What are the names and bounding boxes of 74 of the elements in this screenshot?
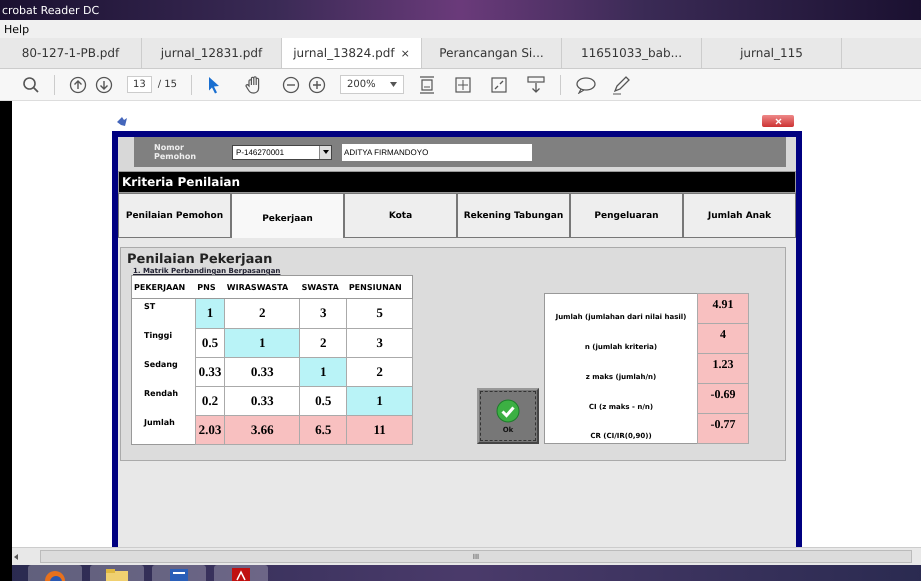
section-header: Kriteria Penilaian [118, 171, 796, 193]
column-header: PENSIUNAN [346, 276, 412, 298]
zoom-in-icon[interactable] [308, 76, 326, 94]
criteria-tab[interactable]: Kota [344, 193, 457, 238]
reader-app-icon[interactable] [230, 568, 252, 581]
applicant-label: Nomor Pemohon [154, 143, 198, 161]
full-screen-icon[interactable] [490, 76, 508, 94]
window-title: crobat Reader DC [2, 4, 100, 16]
applicant-dropdown[interactable]: P-146270001 [232, 144, 332, 160]
criteria-tab[interactable]: Rekening Tabungan [457, 193, 570, 238]
matrix-cell: 0.33 [224, 386, 300, 415]
matrix-cell: 0.33 [195, 357, 225, 386]
matrix-cell: 1 [224, 328, 300, 357]
result-value: -0.77 [698, 414, 748, 444]
matrix-cell: 3 [300, 298, 347, 328]
zoom-dropdown[interactable]: 200% [340, 75, 404, 94]
close-icon [774, 118, 782, 124]
applicant-name-field[interactable]: ADITYA FIRMANDOYO [342, 144, 532, 160]
matrix-cell: 11 [346, 415, 412, 444]
app-icon [116, 115, 128, 127]
search-icon[interactable] [22, 76, 40, 94]
next-page-icon[interactable] [95, 76, 113, 94]
matrix-cell: 3 [346, 328, 412, 357]
criteria-tab[interactable]: Penilaian Pemohon [118, 193, 231, 238]
result-value: 4 [698, 324, 748, 354]
result-value: 1.23 [698, 354, 748, 384]
zoom-out-icon[interactable] [282, 76, 300, 94]
result-value: -0.69 [698, 384, 748, 414]
group-title: Penilaian Pekerjaan [127, 252, 272, 267]
matrix-cell: 2 [346, 357, 412, 386]
matrix-cell: 1 [346, 386, 412, 415]
fit-height-icon[interactable] [418, 74, 436, 94]
close-tab-icon[interactable]: × [400, 46, 410, 60]
matrix-cell: 2 [300, 328, 347, 357]
matrix-cell: 0.2 [195, 386, 225, 415]
scroll-left-icon[interactable] [12, 552, 20, 560]
matrix-cell: 5 [346, 298, 412, 328]
document-tab[interactable]: jurnal_115 [702, 38, 842, 68]
comment-icon[interactable] [574, 76, 597, 94]
column-header: SWASTA [300, 276, 347, 298]
result-value: 4.91 [698, 294, 748, 324]
page-total: / 15 [158, 79, 178, 90]
page-number-field[interactable]: 13 [127, 76, 152, 93]
document-tab[interactable]: 11651033_bab... [562, 38, 702, 68]
matrix-cell: 2.03 [195, 415, 225, 444]
column-header: PEKERJAAN [132, 276, 196, 298]
menu-item[interactable]: Help [4, 22, 30, 36]
caret-icon [390, 82, 397, 87]
matrix-cell: 1 [300, 357, 347, 386]
column-header: WIRASWASTA [224, 276, 300, 298]
pen-icon[interactable] [610, 74, 631, 94]
caret-icon [322, 150, 328, 154]
criteria-tab[interactable]: Jumlah Anak [683, 193, 796, 238]
row-label: Tinggi [132, 328, 196, 357]
document-app-icon[interactable] [168, 568, 190, 581]
check-icon [496, 398, 520, 422]
previous-page-icon[interactable] [69, 76, 87, 94]
criteria-tab[interactable]: Pengeluaran [570, 193, 683, 238]
scroll-mode-icon[interactable] [526, 76, 546, 94]
matrix-cell: 1 [195, 298, 225, 328]
fit-page-icon[interactable] [454, 76, 472, 94]
document-tab[interactable]: jurnal_13824.pdf × [282, 38, 422, 68]
row-label: Sedang [132, 357, 196, 386]
matrix-cell: 2 [224, 298, 300, 328]
row-label: Jumlah [132, 415, 196, 444]
criteria-tab[interactable]: Pekerjaan [231, 193, 344, 240]
document-tab[interactable]: 80-127-1-PB.pdf [0, 38, 142, 68]
document-tab[interactable]: Perancangan Si... [422, 38, 562, 68]
matrix-cell: 3.66 [224, 415, 300, 444]
matrix-cell: 6.5 [300, 415, 347, 444]
row-label: Rendah [132, 386, 196, 415]
row-label: ST [132, 298, 196, 328]
close-button[interactable] [762, 115, 794, 127]
folder-icon[interactable] [105, 569, 129, 581]
